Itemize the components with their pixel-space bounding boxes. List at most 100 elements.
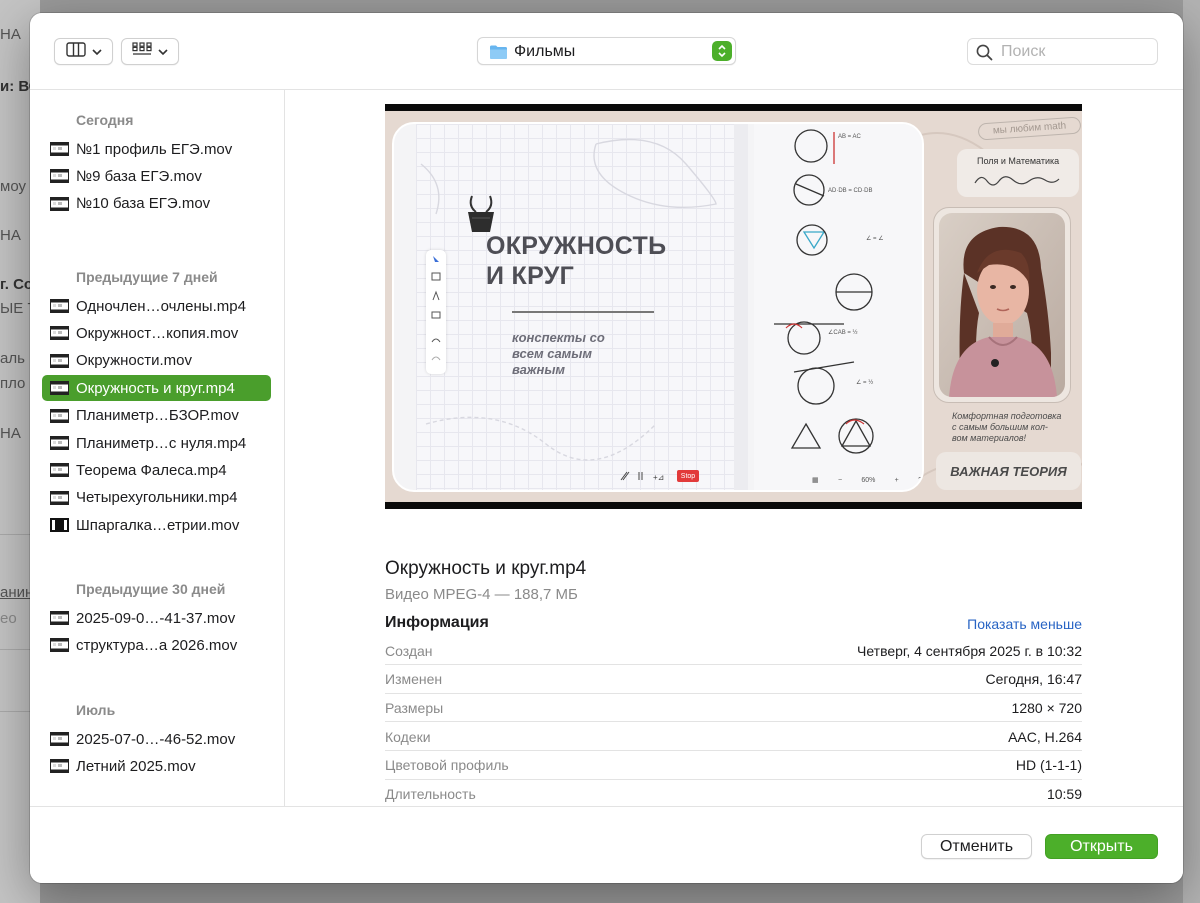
sidebar-file-item[interactable]: Четырехугольники.mp4 (42, 485, 271, 511)
drawing-toolbar (426, 250, 446, 374)
promo-description-line: Комфортная подготовка (952, 411, 1062, 421)
video-file-icon (50, 299, 69, 313)
info-heading: Информация (385, 614, 489, 631)
sidebar-file-item[interactable]: структура…а 2026.mov (42, 632, 271, 658)
file-name-label: 2025-09-0…-41-37.mov (76, 609, 236, 627)
lesson-slide: ОКРУЖНОСТЬ И КРУГ конспекты со всем самы… (392, 122, 924, 492)
video-file-icon (50, 463, 69, 478)
sidebar-file-item[interactable]: Планиметр…БЗОР.mov (42, 403, 271, 429)
background-text: ео (0, 610, 17, 627)
video-file-icon (50, 142, 69, 156)
svg-text:AD·DB = CD·DB: AD·DB = CD·DB (828, 188, 873, 194)
svg-text:AB = AC: AB = AC (838, 134, 862, 140)
location-popup[interactable]: Фильмы (477, 37, 736, 65)
info-row: Изменен Сегодня, 16:47 (385, 666, 1082, 694)
info-label: Цветовой профиль (385, 757, 509, 774)
svg-text:+⊿: +⊿ (653, 473, 664, 482)
page-strip (734, 124, 748, 490)
info-row: Размеры 1280 × 720 (385, 694, 1082, 723)
info-label: Длительность (385, 786, 476, 802)
video-file-icon (50, 518, 69, 533)
promo-title: Поля и Математика (977, 156, 1060, 166)
video-file-icon (50, 490, 69, 505)
stepper-icon (712, 41, 732, 61)
sidebar-file-item[interactable]: Шпаргалка…етрии.mov (42, 512, 271, 538)
search-input[interactable] (1001, 41, 1151, 62)
info-label: Кодеки (385, 728, 431, 745)
background-text: НА (0, 425, 21, 442)
slide-divider (512, 311, 654, 313)
open-button[interactable]: Открыть (1045, 834, 1158, 859)
zoom-level: 60% (861, 476, 876, 484)
file-name-label: №1 профиль ЕГЭ.mov (76, 140, 233, 158)
sidebar-file-item[interactable]: Планиметр…с нуля.mp4 (42, 430, 271, 456)
sidebar-file-item[interactable]: 2025-09-0…-41-37.mov (42, 605, 271, 631)
dialog-toolbar: Фильмы (30, 13, 1183, 90)
sidebar-file-item[interactable]: Окружности.mov (42, 348, 271, 374)
sidebar-file-item[interactable]: Летний 2025.mov (42, 753, 271, 779)
grid-view-icon (132, 42, 152, 61)
video-file-icon (50, 436, 69, 450)
sidebar-file-item[interactable]: Теорема Фалеса.mp4 (42, 457, 271, 483)
info-value: Четверг, 4 сентября 2025 г. в 10:32 (857, 642, 1082, 659)
webcam-video (939, 213, 1065, 397)
preview-panel: ОКРУЖНОСТЬ И КРУГ конспекты со всем самы… (286, 90, 1183, 806)
video-file-icon (50, 196, 69, 211)
video-file-icon (50, 611, 69, 625)
sidebar-file-item[interactable]: 2025-07-0…-46-52.mov (42, 726, 271, 752)
sidebar-file-item[interactable]: №1 профиль ЕГЭ.mov (42, 136, 271, 162)
show-less-link[interactable]: Показать меньше (967, 616, 1082, 632)
cancel-button[interactable]: Отменить (921, 834, 1032, 859)
open-file-dialog: Фильмы Сегодня №1 профиль ЕГЭ.mov №9 база … (30, 13, 1183, 883)
slide-subtitle-line: важным (512, 362, 566, 377)
video-file-icon (50, 353, 69, 368)
view-mode-button[interactable] (54, 38, 113, 65)
slide-subtitle-line: конспекты со (512, 330, 605, 345)
file-name-label: Шпаргалка…етрии.mov (76, 516, 240, 534)
sidebar-file-item[interactable]: №10 база ЕГЭ.mov (42, 191, 271, 217)
sidebar-file-item[interactable]: Окружность и круг.mp4 (42, 375, 271, 402)
zoom-controls: ▦ − 60% + ? (812, 472, 922, 488)
info-value: AAC, H.264 (1008, 728, 1082, 745)
file-name-label: Четырехугольники.mp4 (76, 489, 238, 507)
sidebar-file-item[interactable]: №9 база ЕГЭ.mov (42, 163, 271, 189)
stop-recording-button: Stop (677, 470, 699, 482)
background-text: НА (0, 227, 21, 244)
promo-description: Комфортная подготовка с самым большим ко… (952, 411, 1061, 444)
help-icon: ? (918, 476, 922, 484)
sidebar-file-item[interactable]: Одночлен…очлены.mp4 (42, 293, 271, 319)
file-name-label: структура…а 2026.mov (76, 636, 238, 654)
group-mode-button[interactable] (121, 38, 179, 65)
promo-badge: ВАЖНАЯ ТЕОРИЯ (936, 452, 1081, 490)
info-row: Цветовой профиль HD (1-1-1) (385, 752, 1082, 780)
sidebar-file-item[interactable]: Окружност…копия.mov (42, 320, 271, 346)
file-name-label: №9 база ЕГЭ.mov (76, 167, 202, 185)
sidebar-section-title: Сегодня (76, 112, 134, 128)
sidebar-section-title: Июль (76, 702, 116, 718)
video-file-icon (50, 638, 69, 653)
geometry-sketches: AB = AC AD·DB = CD·DB ∠ = ∠ ∠CAB = ½ ∠ =… (754, 124, 922, 490)
search-field[interactable] (967, 38, 1158, 65)
file-name-label: Планиметр…БЗОР.mov (76, 407, 239, 425)
info-value: 1280 × 720 (1011, 699, 1082, 716)
video-frame: ОКРУЖНОСТЬ И КРУГ конспекты со всем самы… (385, 111, 1082, 502)
info-label: Создан (385, 642, 433, 659)
background-text: г. Со (0, 276, 34, 293)
slide-subtitle: конспекты со всем самым важным (512, 330, 605, 378)
background-text: НА (0, 26, 21, 43)
video-file-icon (50, 169, 69, 184)
file-list-sidebar[interactable]: Сегодня №1 профиль ЕГЭ.mov №9 база ЕГЭ.mov… (30, 90, 285, 806)
video-file-icon (50, 732, 69, 746)
background-text: пло (0, 375, 26, 392)
zoom-in-icon: + (894, 476, 899, 484)
slide-title: ОКРУЖНОСТЬ И КРУГ (486, 231, 666, 291)
file-name-label: Планиметр…с нуля.mp4 (76, 434, 247, 452)
folder-icon (489, 44, 508, 65)
preview-file-type: Видео MPEG-4 — 188,7 МБ (385, 586, 578, 603)
dialog-footer: Отменить Открыть (30, 806, 1183, 883)
promo-header: Поля и Математика (957, 149, 1079, 197)
location-label: Фильмы (514, 43, 576, 60)
video-thumbnail[interactable]: ОКРУЖНОСТЬ И КРУГ конспекты со всем самы… (385, 104, 1082, 509)
video-file-icon (50, 326, 69, 341)
promo-description-line: вом материалов! (952, 433, 1027, 443)
